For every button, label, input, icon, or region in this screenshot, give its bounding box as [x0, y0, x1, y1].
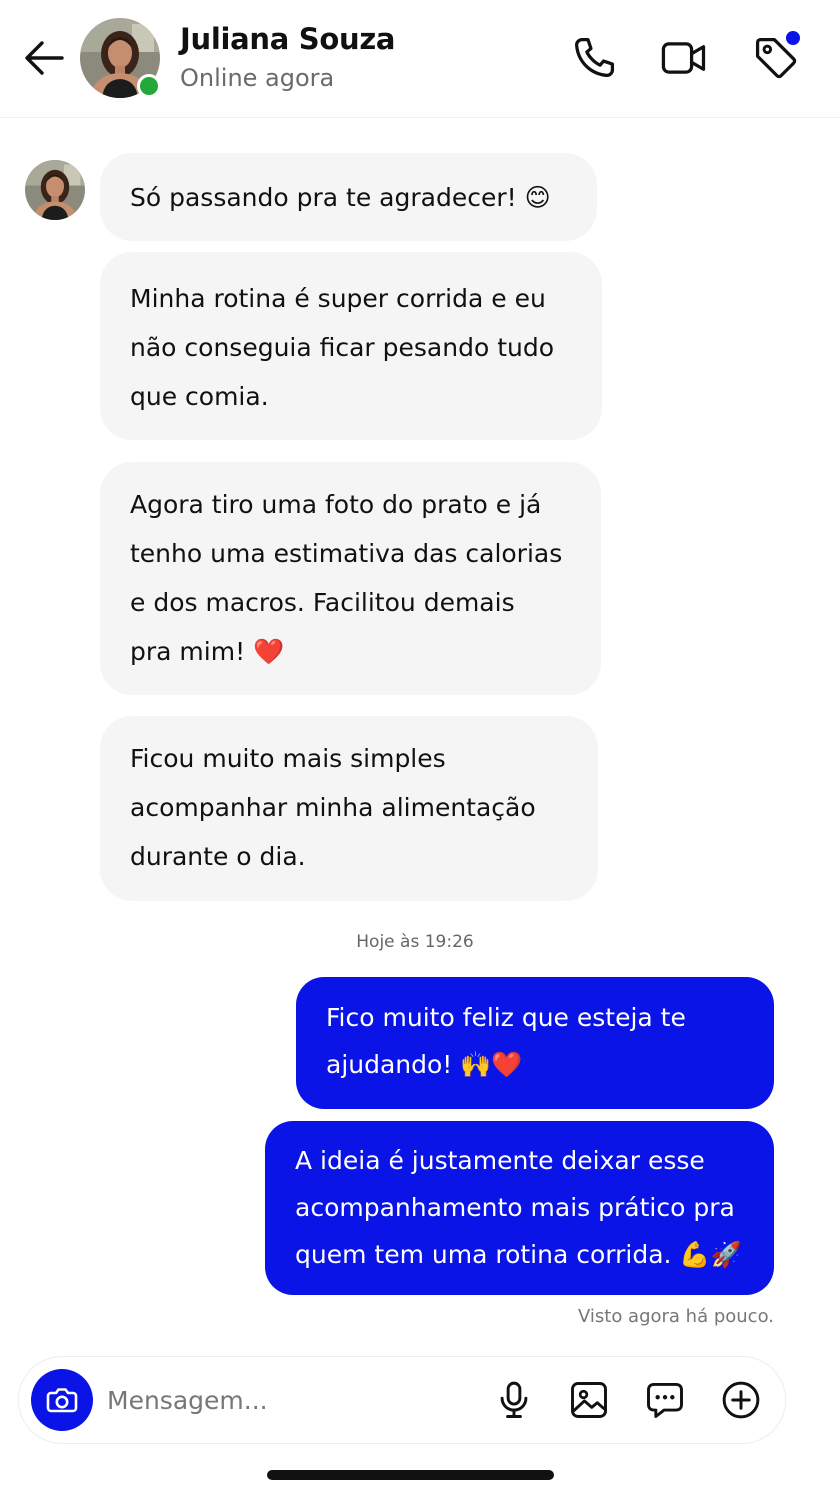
contact-avatar[interactable]: [80, 18, 161, 98]
microphone-icon: [500, 1381, 528, 1418]
message-line: Fico muito feliz que esteja te: [326, 1003, 686, 1032]
chat-header: Juliana Souza Online agora: [0, 0, 840, 118]
message-line: tenho uma estimativa das calorias: [130, 539, 563, 568]
call-button[interactable]: [568, 32, 620, 84]
incoming-message[interactable]: Agora tiro uma foto do prato e já tenho …: [100, 462, 601, 695]
message-line: Agora tiro uma foto do prato e já: [130, 490, 542, 519]
message-line: A ideia é justamente deixar esse: [295, 1146, 705, 1175]
video-call-button[interactable]: [658, 32, 710, 84]
back-button[interactable]: [22, 38, 66, 78]
camera-icon: [46, 1388, 78, 1413]
incoming-message[interactable]: Minha rotina é super corrida e eu não co…: [100, 252, 602, 440]
message-input[interactable]: [107, 1377, 407, 1423]
message-line: acompanhamento mais prático pra: [295, 1193, 735, 1222]
message-line: quem tem uma rotina corrida. 💪🚀: [295, 1240, 742, 1269]
more-options-button[interactable]: [719, 1378, 763, 1422]
gallery-button[interactable]: [567, 1378, 611, 1422]
outgoing-message[interactable]: A ideia é justamente deixar esse acompan…: [265, 1121, 774, 1295]
incoming-message[interactable]: Ficou muito mais simples acompanhar minh…: [100, 716, 598, 901]
online-indicator: [137, 74, 161, 98]
image-icon: [571, 1382, 607, 1418]
message-line: não conseguia ficar pesando tudo: [130, 333, 555, 362]
plus-circle-icon: [722, 1381, 760, 1419]
outgoing-message[interactable]: Fico muito feliz que esteja te ajudando!…: [296, 977, 774, 1109]
camera-button[interactable]: [31, 1369, 93, 1431]
phone-icon: [575, 37, 615, 77]
message-composer: [18, 1356, 786, 1444]
contact-status: Online agora: [180, 64, 335, 92]
message-line: Ficou muito mais simples: [130, 744, 446, 773]
sender-avatar: [25, 160, 85, 220]
chat-options-icon: [647, 1382, 683, 1418]
message-line: e dos macros. Facilitou demais: [130, 588, 515, 617]
message-line: durante o dia.: [130, 842, 306, 871]
message-line: Minha rotina é super corrida e eu: [130, 284, 546, 313]
arrow-left-icon: [25, 41, 64, 75]
home-indicator[interactable]: [267, 1470, 554, 1480]
tag-button[interactable]: [750, 31, 802, 84]
notification-dot: [786, 31, 800, 45]
seen-status: Visto agora há pouco.: [577, 1306, 774, 1327]
contact-name: Juliana Souza: [180, 22, 396, 56]
incoming-message[interactable]: Só passando pra te agradecer! 😊: [100, 153, 597, 241]
message-line: pra mim! ❤️: [130, 637, 285, 666]
message-line: Só passando pra te agradecer! 😊: [130, 183, 551, 212]
voice-message-button[interactable]: [492, 1378, 536, 1422]
chat-options-button[interactable]: [643, 1378, 687, 1422]
message-line: acompanhar minha alimentação: [130, 793, 536, 822]
message-line: que comia.: [130, 382, 269, 411]
message-line: ajudando! 🙌❤️: [326, 1050, 523, 1079]
video-icon: [661, 42, 706, 74]
message-timestamp: Hoje às 19:26: [356, 932, 474, 952]
